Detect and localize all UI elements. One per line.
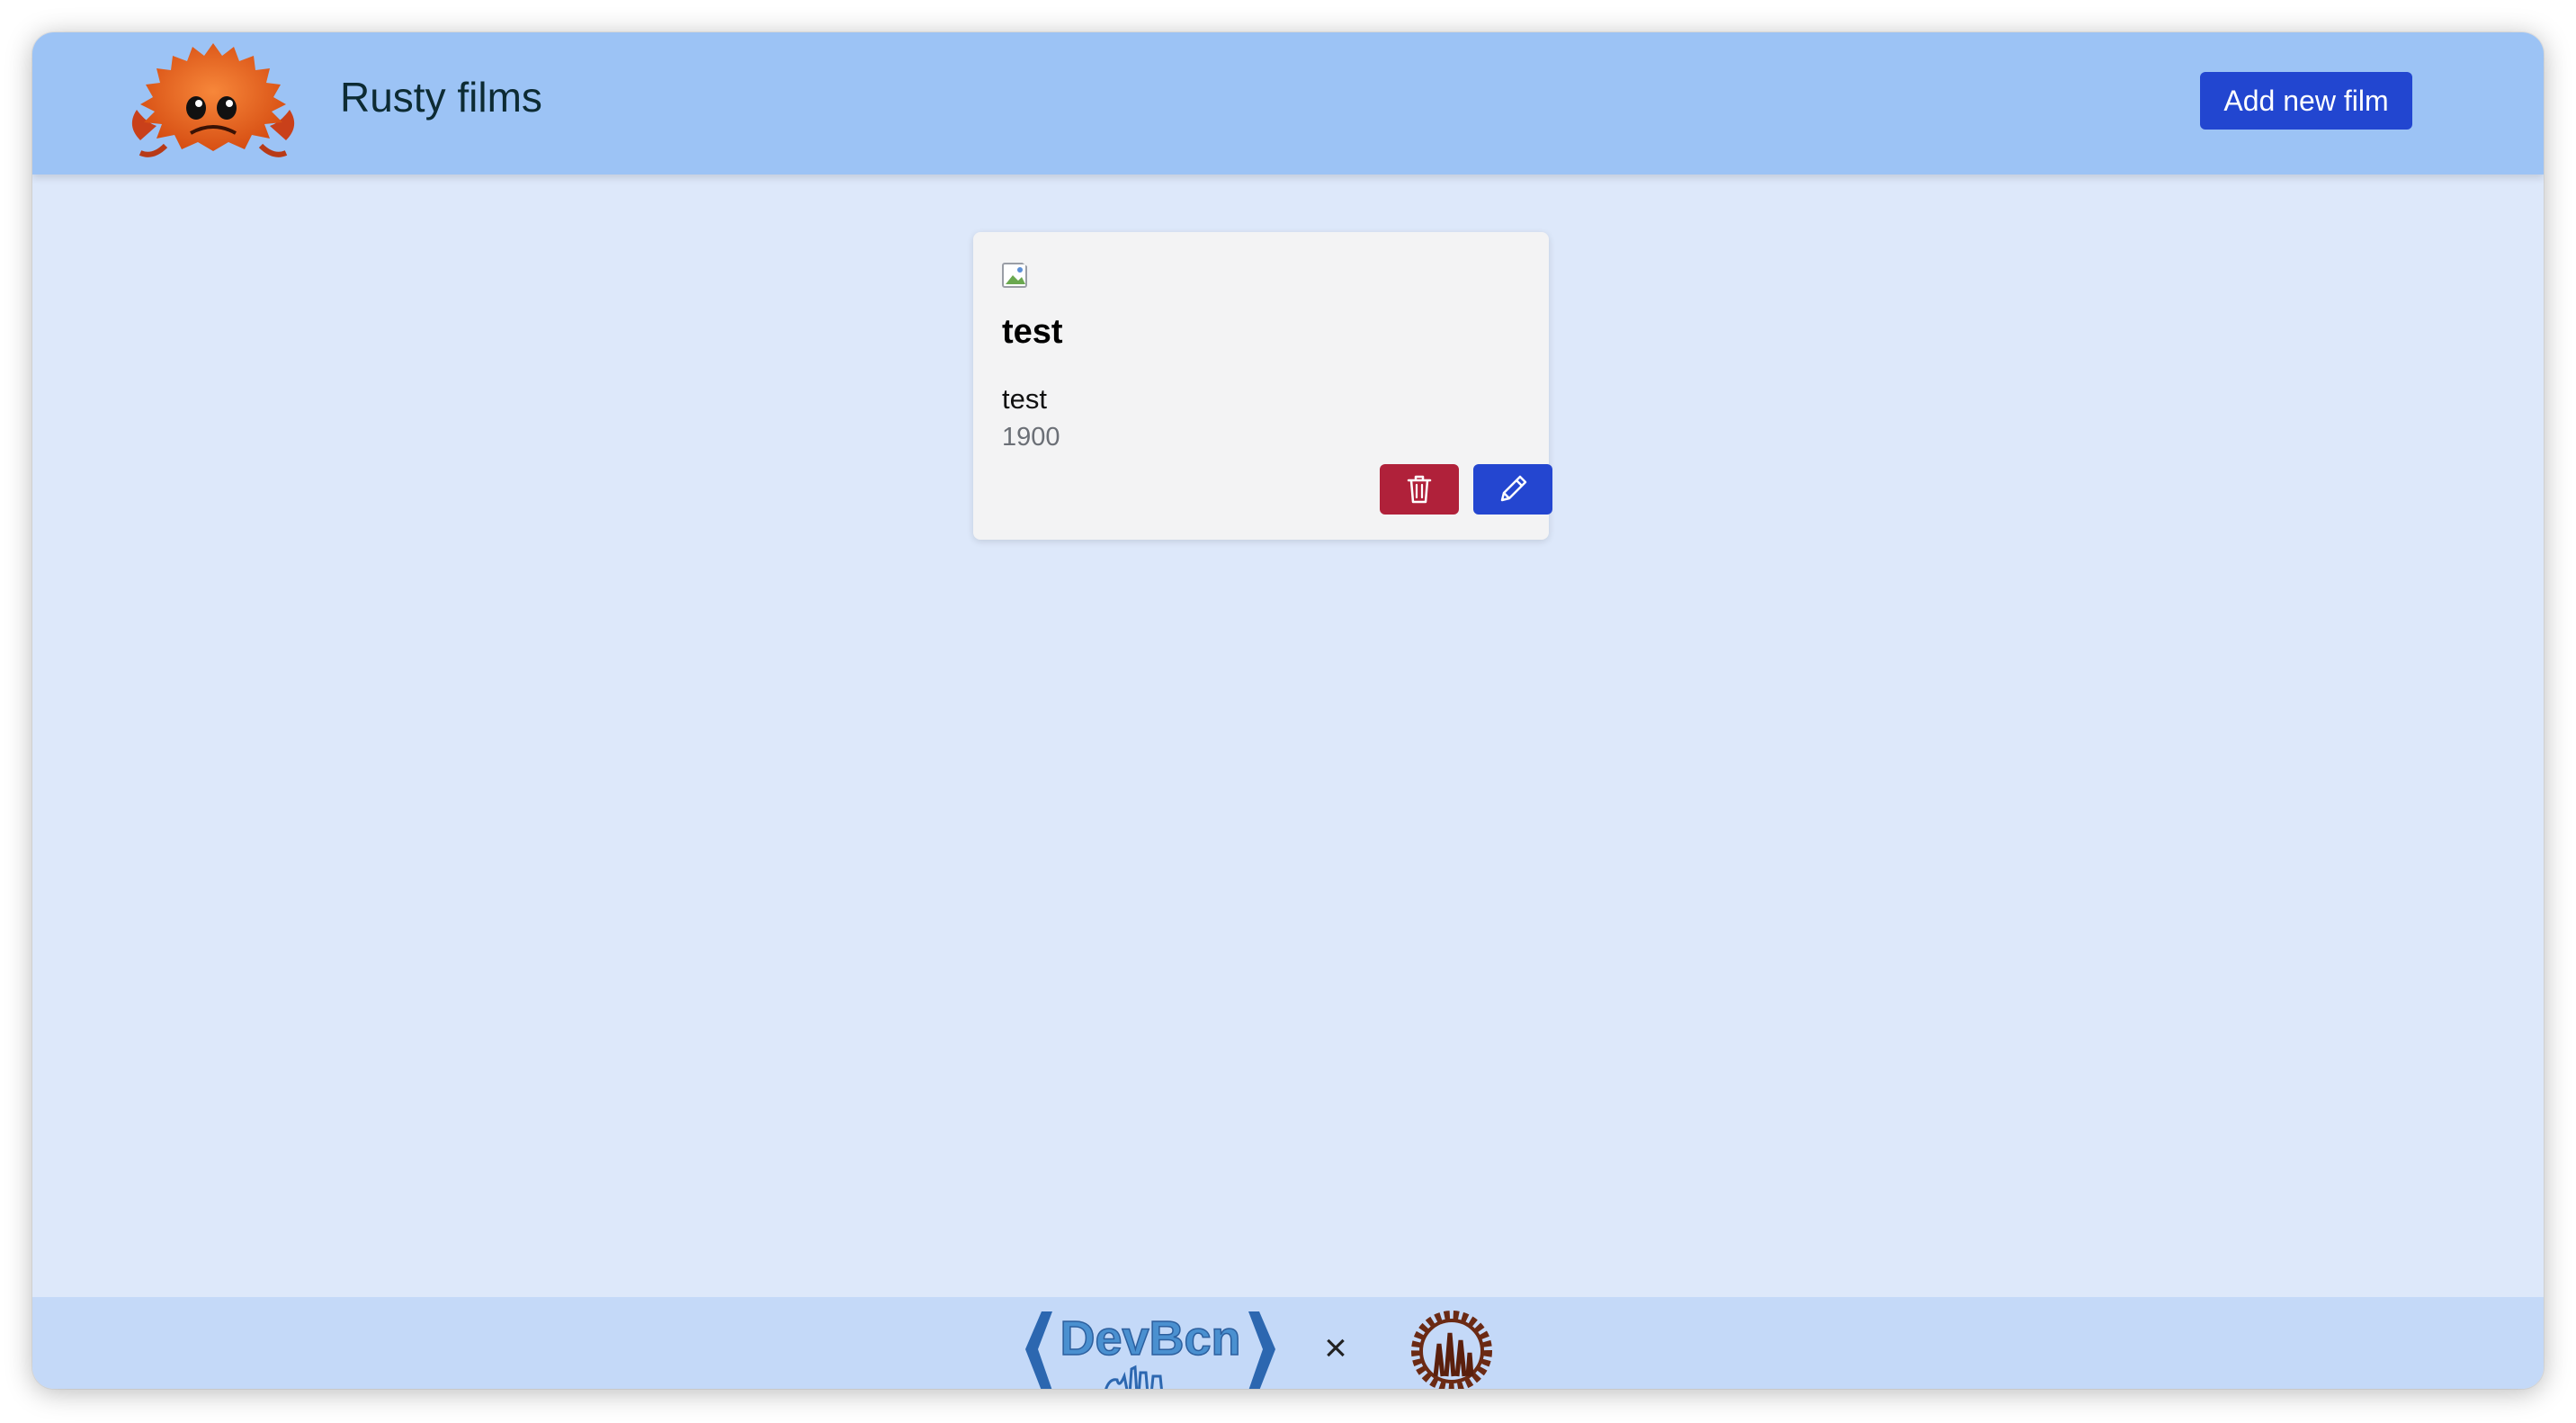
footer: DevBcn × [32, 1297, 2544, 1389]
add-new-film-button[interactable]: Add new film [2200, 72, 2412, 130]
app-title: Rusty films [340, 74, 542, 121]
app-window: Rusty films Add new film test test 1900 [32, 32, 2544, 1389]
film-director: test [1002, 383, 1047, 415]
trash-icon [1407, 475, 1432, 504]
ferris-crab-icon [131, 43, 295, 157]
broken-image-icon [1002, 261, 1033, 288]
rust-barcelona-gear-icon [1411, 1311, 1492, 1389]
film-year: 1900 [1002, 423, 1060, 452]
film-card: test test 1900 [973, 232, 1552, 540]
top-header: Rusty films Add new film [32, 32, 2544, 175]
film-title: test [1002, 313, 1063, 351]
edit-film-button[interactable] [1473, 464, 1552, 515]
pencil-icon [1500, 475, 1527, 502]
devbcn-logo: DevBcn [1025, 1311, 1275, 1389]
delete-film-button[interactable] [1380, 464, 1459, 515]
times-separator: × [1324, 1326, 1347, 1370]
devbcn-logo-text: DevBcn [1060, 1311, 1240, 1365]
